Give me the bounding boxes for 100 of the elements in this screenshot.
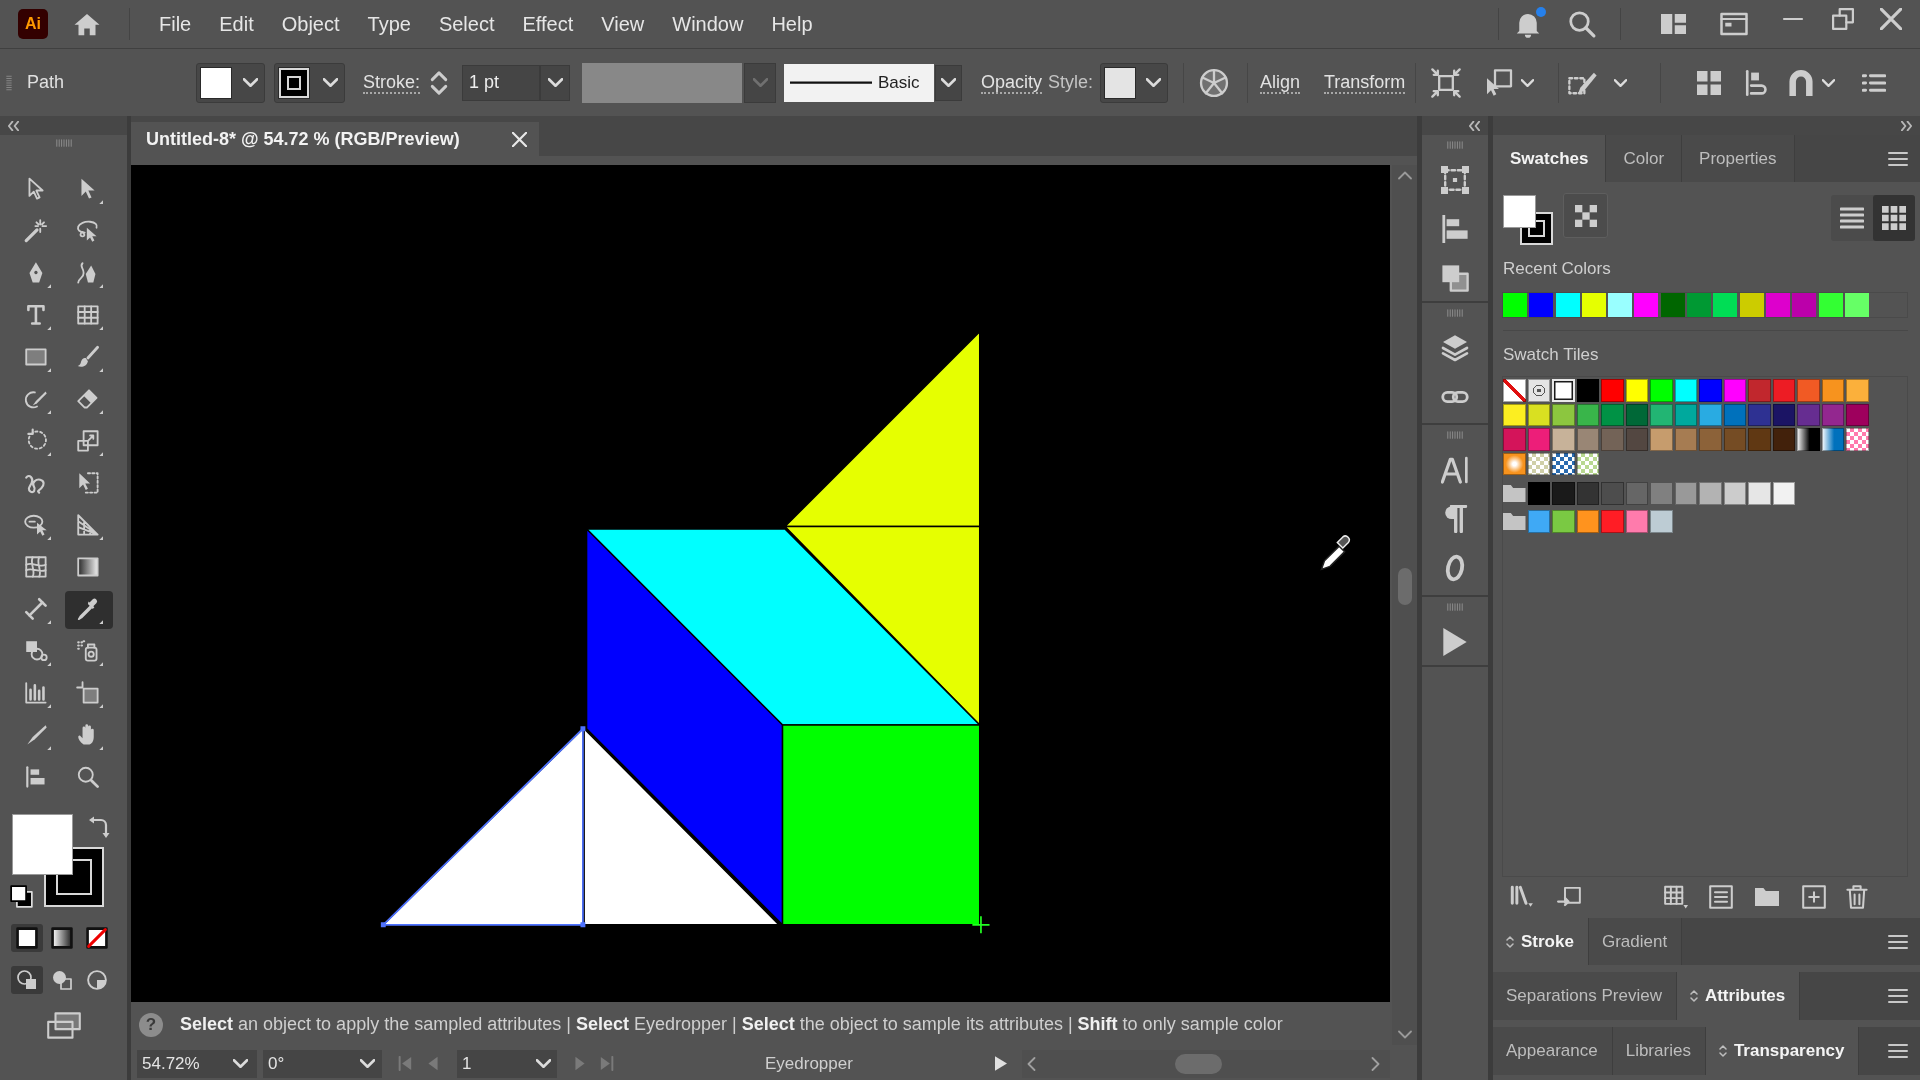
layers-icon[interactable] — [1441, 333, 1469, 362]
grip-icon[interactable] — [1444, 141, 1466, 149]
pattern-swatch[interactable] — [1527, 452, 1550, 475]
color-mode-button[interactable] — [11, 924, 43, 952]
folder-icon[interactable] — [1755, 885, 1779, 909]
list-box-icon[interactable] — [1709, 885, 1733, 909]
stroke-weight-field[interactable]: 1 pt — [462, 64, 540, 101]
color-swatch[interactable] — [1723, 379, 1746, 402]
gradient-swatch[interactable] — [1797, 428, 1820, 451]
menu-item[interactable]: View — [587, 6, 659, 42]
color-swatch[interactable] — [1748, 482, 1771, 505]
menu-item[interactable]: Object — [267, 6, 354, 42]
grip-icon[interactable] — [1444, 309, 1466, 317]
pattern-swatch[interactable] — [1552, 452, 1575, 475]
panel-link[interactable]: Transform — [1324, 71, 1406, 94]
transform-icon[interactable] — [1441, 165, 1469, 194]
chevron-left-icon[interactable] — [1027, 1056, 1036, 1071]
panel-tab[interactable]: Transparency — [1705, 1027, 1860, 1075]
horizontal-scrollbar[interactable] — [1022, 1049, 1390, 1078]
menu-icon[interactable] — [1888, 151, 1908, 166]
color-swatch[interactable] — [1699, 482, 1722, 505]
scrollbar-thumb[interactable] — [1175, 1053, 1222, 1074]
double-chevron-left-icon[interactable] — [1469, 120, 1480, 131]
registration-swatch[interactable] — [1527, 379, 1550, 402]
fill-picker[interactable] — [196, 62, 265, 103]
menu-item[interactable]: Select — [424, 6, 509, 42]
chevron-up-icon[interactable] — [1397, 171, 1412, 180]
color-swatch[interactable] — [1503, 428, 1526, 451]
color-swatch[interactable] — [1601, 482, 1624, 505]
tool-button[interactable] — [65, 591, 113, 629]
opacity-link[interactable]: Opacity — [981, 71, 1043, 94]
panel-tab[interactable]: Properties — [1682, 135, 1795, 182]
color-swatch[interactable] — [1674, 379, 1697, 402]
color-swatch[interactable] — [1674, 403, 1697, 426]
color-swatch[interactable] — [1699, 403, 1722, 426]
pattern-swatch[interactable] — [1576, 452, 1599, 475]
color-swatch[interactable] — [1772, 428, 1795, 451]
screen-mode-icon[interactable] — [46, 1012, 81, 1039]
grip-icon[interactable] — [1444, 431, 1466, 439]
skip-start-icon[interactable] — [398, 1056, 412, 1071]
color-swatch[interactable] — [1772, 403, 1795, 426]
swatch-grid-icon[interactable] — [1664, 885, 1688, 909]
menu-item[interactable]: Window — [658, 6, 758, 42]
gradient-swatch[interactable] — [1821, 428, 1844, 451]
color-swatch[interactable] — [1529, 293, 1554, 317]
color-swatch[interactable] — [1552, 379, 1575, 402]
help-button[interactable]: ? — [139, 1012, 163, 1037]
style-picker[interactable] — [1100, 62, 1168, 103]
document-tab[interactable]: Untitled-8* @ 54.72 % (RGB/Preview) — [131, 122, 539, 156]
color-swatch[interactable] — [1650, 510, 1673, 533]
color-swatch[interactable] — [1503, 293, 1527, 317]
panel-tab[interactable]: Libraries — [1612, 1027, 1706, 1075]
color-swatch[interactable] — [1601, 428, 1624, 451]
dropdown-button[interactable] — [352, 1049, 382, 1078]
color-swatch[interactable] — [1723, 482, 1746, 505]
color-swatch[interactable] — [1699, 428, 1722, 451]
menu-icon[interactable] — [1888, 934, 1908, 949]
play-icon[interactable] — [995, 1056, 1007, 1071]
swap-arrow-icon[interactable] — [88, 816, 110, 838]
fill-stroke-icon[interactable] — [1503, 195, 1553, 245]
play-icon[interactable] — [1441, 627, 1469, 656]
books-icon[interactable] — [1510, 885, 1534, 909]
color-swatch[interactable] — [1687, 293, 1712, 317]
color-swatch[interactable] — [1608, 293, 1633, 317]
character-icon[interactable] — [1441, 455, 1469, 484]
color-swatch[interactable] — [1650, 403, 1673, 426]
align-left-icon[interactable] — [1441, 214, 1469, 243]
dropdown-button[interactable] — [224, 1049, 257, 1078]
color-swatch[interactable] — [1601, 379, 1624, 402]
brush-picker[interactable]: Basic — [784, 63, 934, 102]
swatch-kinds-button[interactable] — [1563, 193, 1608, 238]
color-swatch[interactable] — [1527, 403, 1550, 426]
color-swatch[interactable] — [1625, 379, 1648, 402]
color-swatch[interactable] — [1576, 403, 1599, 426]
panel-tab[interactable]: Gradient — [1588, 918, 1683, 965]
grip-icon[interactable] — [1444, 603, 1466, 611]
scrollbar-thumb[interactable] — [1397, 568, 1412, 605]
color-swatch[interactable] — [1650, 482, 1673, 505]
menu-item[interactable]: Edit — [205, 6, 268, 42]
spinner-arrows-icon[interactable] — [430, 69, 448, 96]
dropdown-button[interactable] — [540, 64, 570, 101]
color-swatch[interactable] — [1674, 482, 1697, 505]
draw-mode-button[interactable] — [11, 966, 43, 994]
menu-icon[interactable] — [1888, 989, 1908, 1003]
color-swatch[interactable] — [1576, 510, 1599, 533]
color-swatch[interactable] — [1576, 379, 1599, 402]
color-swatch[interactable] — [1797, 379, 1820, 402]
snap-button[interactable] — [1788, 69, 1835, 96]
default-colors-icon[interactable] — [10, 885, 33, 908]
color-swatch[interactable] — [1650, 428, 1673, 451]
color-swatch[interactable] — [1844, 293, 1869, 317]
panel-tab[interactable]: Stroke — [1493, 918, 1589, 965]
shrink-arrows-icon[interactable] — [1431, 67, 1461, 98]
stroke-link[interactable]: Stroke: — [363, 71, 421, 94]
color-swatch[interactable] — [1821, 379, 1844, 402]
stroke-picker[interactable] — [274, 62, 345, 103]
folder-icon[interactable] — [1503, 484, 1526, 502]
menu-icon[interactable] — [1888, 1044, 1908, 1058]
color-swatch[interactable] — [1699, 379, 1722, 402]
color-swatch[interactable] — [1739, 293, 1764, 317]
